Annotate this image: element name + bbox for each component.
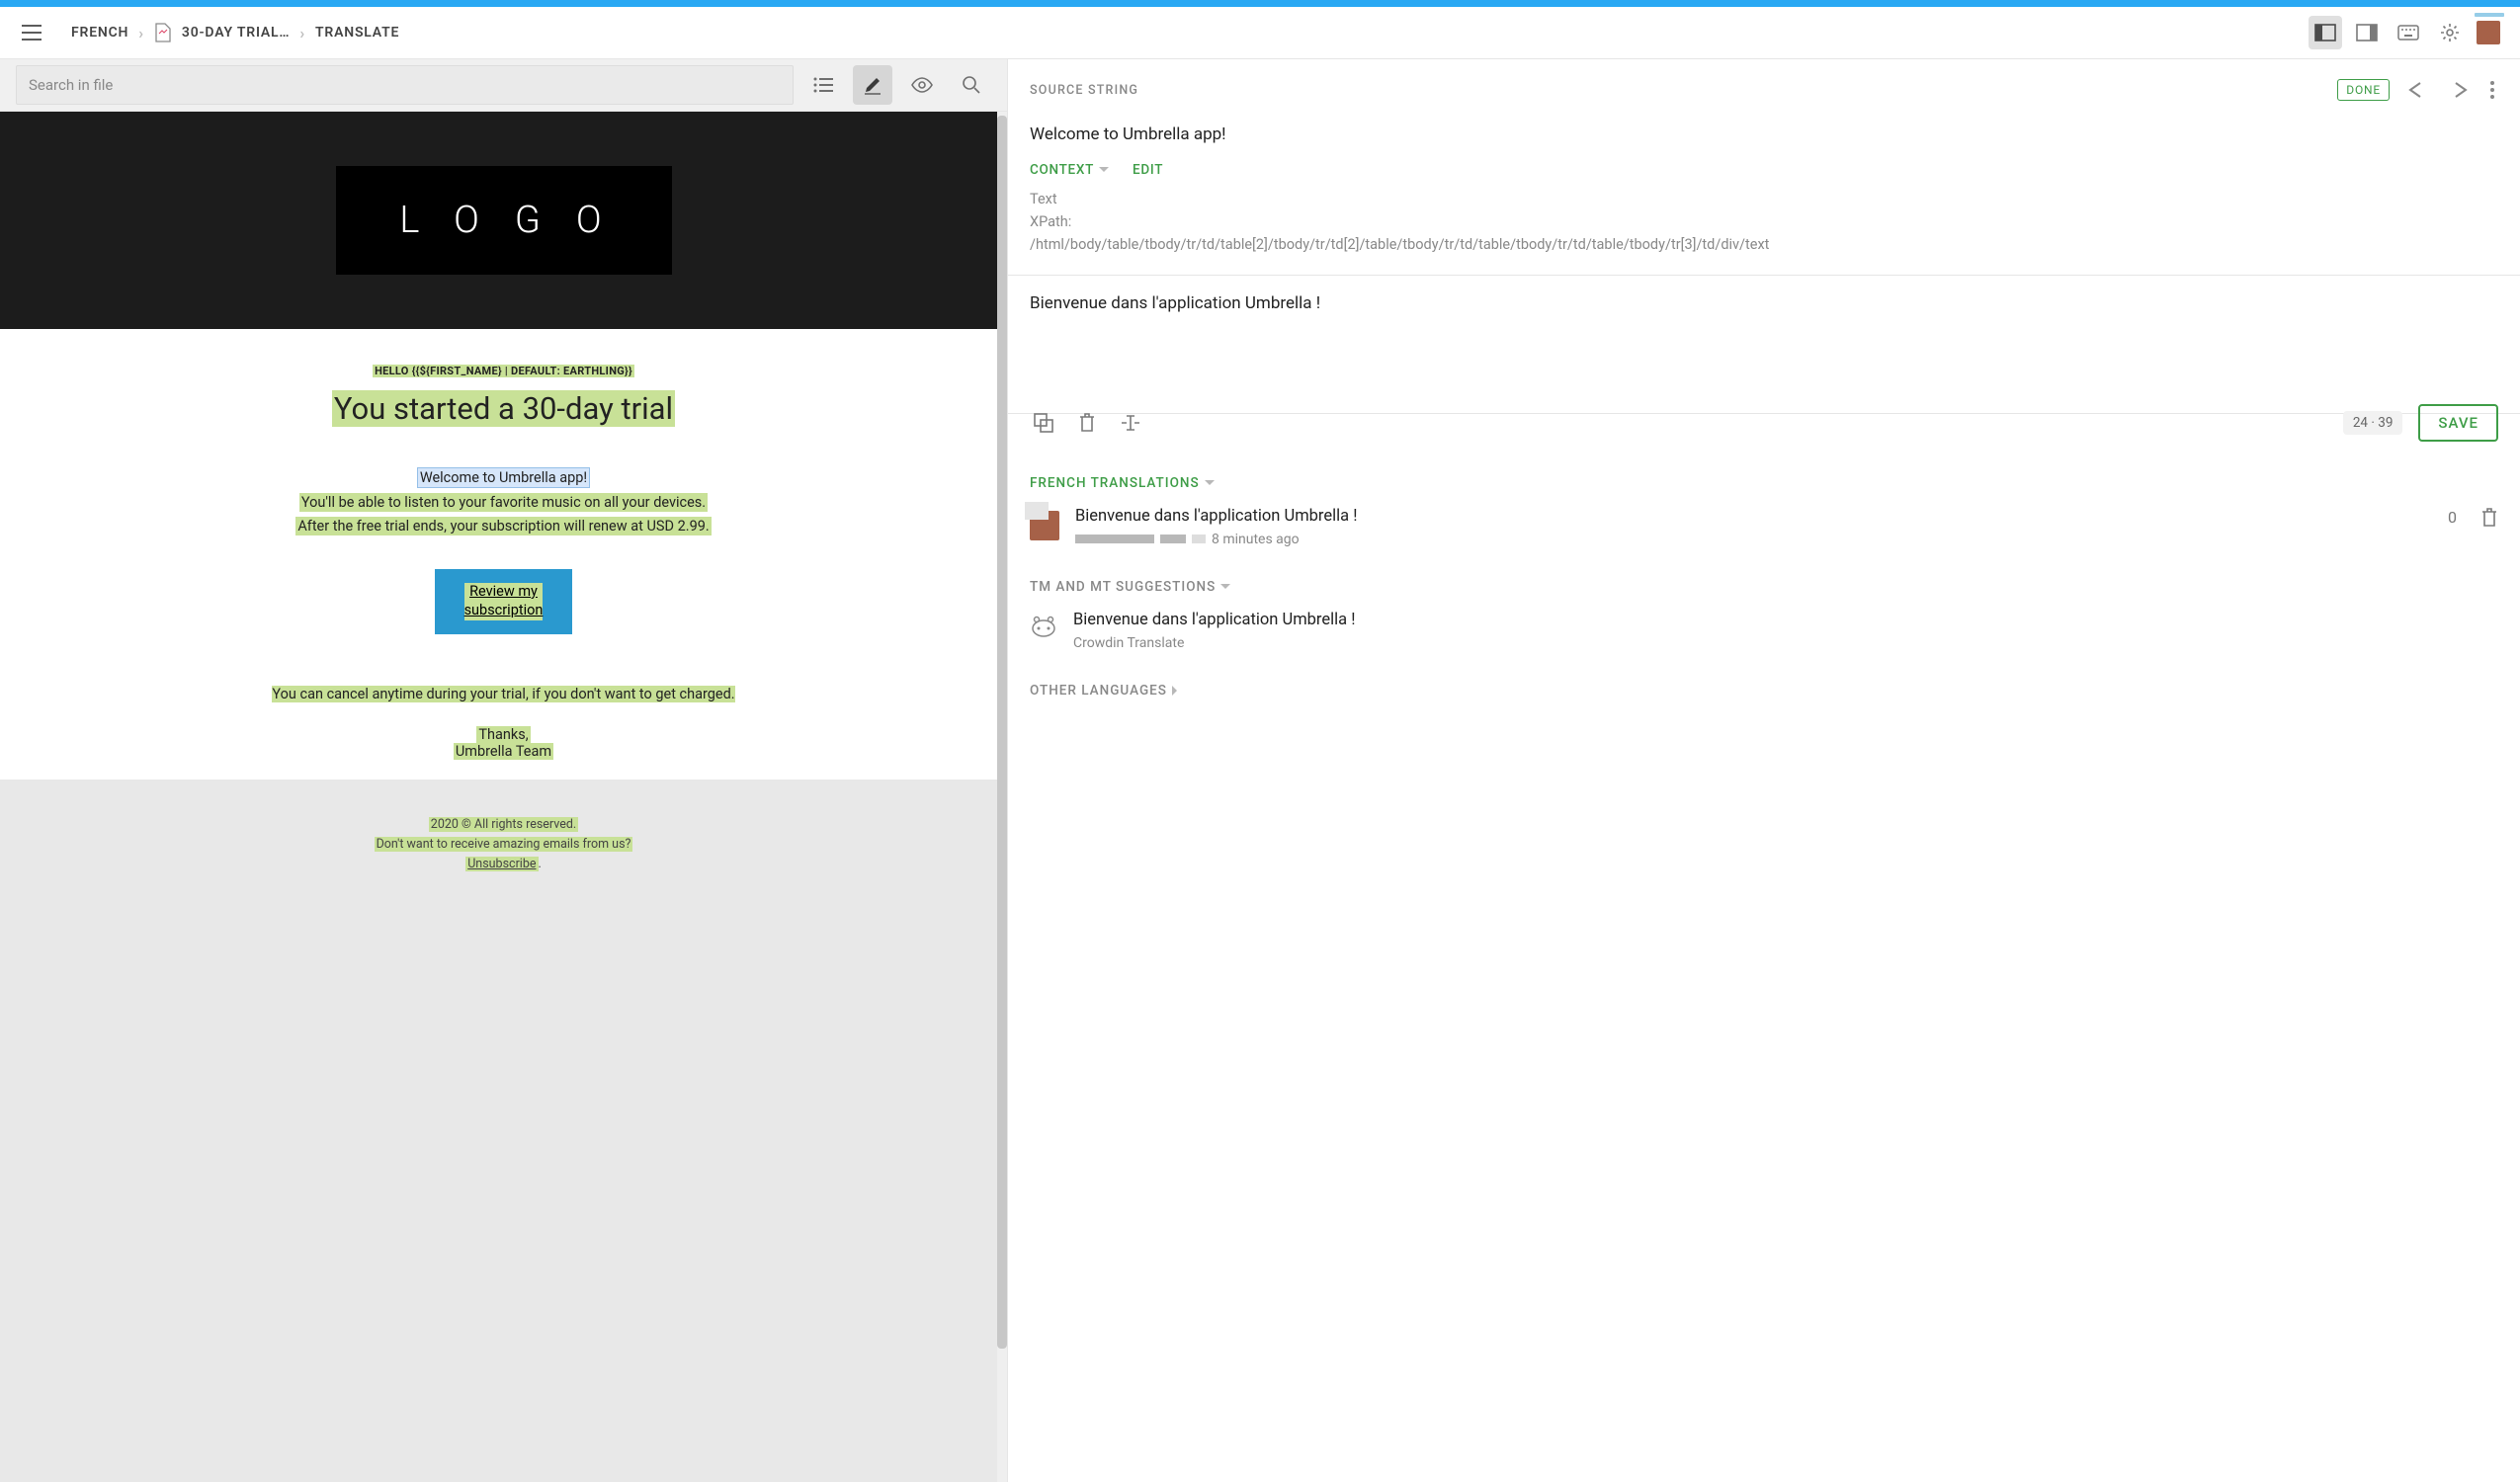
other-languages-title[interactable]: OTHER LANGUAGES [1008, 665, 2520, 710]
editor-pane: SOURCE STRING DONE Welcome to Umbrella a… [1008, 59, 2520, 1482]
tm-section-title[interactable]: TM AND MT SUGGESTIONS [1008, 561, 2520, 607]
unsub-question[interactable]: Don't want to receive amazing emails fro… [375, 837, 633, 852]
mt-source: Crowdin Translate [1073, 635, 1355, 651]
source-header: SOURCE STRING DONE [1008, 59, 2520, 103]
header-actions [2309, 16, 2502, 49]
mt-suggestion-item[interactable]: Bienvenue dans l'application Umbrella ! … [1008, 607, 2520, 665]
more-icon[interactable] [2486, 77, 2498, 103]
next-string-icon[interactable] [2445, 78, 2473, 102]
translator-avatar [1030, 511, 1059, 540]
team-text[interactable]: Umbrella Team [454, 743, 553, 760]
char-counter: 24 · 39 [2343, 411, 2403, 435]
context-row: CONTEXT EDIT [1008, 162, 2520, 188]
layout-right-icon[interactable] [2350, 16, 2384, 49]
line2-text[interactable]: You'll be able to listen to your favorit… [299, 493, 708, 512]
chevron-right-icon: › [299, 24, 305, 42]
text-cursor-icon[interactable] [1117, 409, 1144, 437]
context-text: Text XPath: /html/body/table/tbody/tr/td… [1008, 188, 2520, 275]
translation-meta: 8 minutes ago [1075, 532, 2432, 547]
context-xpath: /html/body/table/tbody/tr/td/table[2]/tb… [1030, 233, 2498, 256]
breadcrumb-file[interactable]: 30-Day Trial… [182, 25, 290, 41]
edit-icon[interactable] [853, 65, 892, 105]
cancel-text[interactable]: You can cancel anytime during your trial… [272, 686, 734, 702]
preview-pane: Search in file LOGO HELLO {{$ [0, 59, 1008, 1482]
context-type: Text [1030, 188, 2498, 210]
user-avatar[interactable] [2475, 19, 2502, 46]
email-body: HELLO {{${FIRST_NAME} | DEFAULT: EARTHLI… [0, 329, 1007, 780]
preview-scroll[interactable]: LOGO HELLO {{${FIRST_NAME} | DEFAULT: EA… [0, 112, 1007, 1482]
scrollbar[interactable] [997, 112, 1007, 1482]
prev-string-icon[interactable] [2403, 78, 2431, 102]
translation-actions: 24 · 39 SAVE [1008, 404, 2520, 457]
preview-toolbar: Search in file [0, 59, 1007, 112]
menu-icon[interactable] [18, 21, 45, 44]
search-placeholder: Search in file [29, 76, 113, 94]
headline-text[interactable]: You started a 30-day trial [332, 390, 675, 427]
translation-input[interactable]: Bienvenue dans l'application Umbrella ! [1008, 276, 2520, 414]
context-xpath-label: XPath: [1030, 210, 2498, 233]
settings-icon[interactable] [2433, 16, 2467, 49]
translation-item[interactable]: Bienvenue dans l'application Umbrella ! … [1008, 503, 2520, 561]
layout-left-icon[interactable] [2309, 16, 2342, 49]
chevron-right-icon: › [138, 24, 144, 42]
source-string-text: Welcome to Umbrella app! [1008, 103, 2520, 162]
copy-source-icon[interactable] [1030, 409, 1057, 437]
top-stripe [0, 0, 2520, 7]
logo-text: LOGO [336, 166, 672, 275]
cta-button[interactable]: Review my subscription [435, 569, 573, 634]
list-icon[interactable] [803, 65, 843, 105]
unsubscribe-link[interactable]: Unsubscribe [465, 857, 538, 871]
keyboard-icon[interactable] [2392, 16, 2425, 49]
translations-section-title[interactable]: FRENCH TRANSLATIONS [1008, 457, 2520, 503]
cta-line1: Review my [464, 583, 544, 602]
translation-text: Bienvenue dans l'application Umbrella ! [1075, 507, 2432, 526]
edit-context-link[interactable]: EDIT [1133, 162, 1163, 178]
source-string-label: SOURCE STRING [1030, 83, 2323, 98]
zoom-icon[interactable] [952, 65, 991, 105]
vote-count: 0 [2448, 508, 2457, 527]
thanks-text[interactable]: Thanks, [476, 726, 530, 743]
main-split: Search in file LOGO HELLO {{$ [0, 59, 2520, 1482]
translation-time: 8 minutes ago [1212, 532, 1300, 547]
copyright-text[interactable]: 2020 © All rights reserved. [429, 817, 578, 832]
welcome-text[interactable]: Welcome to Umbrella app! [418, 468, 589, 487]
breadcrumb-language[interactable]: French [71, 25, 128, 41]
mt-engine-icon [1030, 613, 1057, 640]
context-toggle[interactable]: CONTEXT [1030, 162, 1109, 178]
logo-banner: LOGO [0, 112, 1007, 329]
done-badge: DONE [2337, 79, 2390, 101]
line3-text[interactable]: After the free trial ends, your subscrip… [295, 517, 711, 535]
email-preview: LOGO HELLO {{${FIRST_NAME} | DEFAULT: EA… [0, 112, 1007, 894]
app-header: French › 30-Day Trial… › Translate [0, 7, 2520, 59]
breadcrumb-translate[interactable]: Translate [315, 25, 399, 41]
email-footer: 2020 © All rights reserved. Don't want t… [0, 780, 1007, 894]
save-button[interactable]: SAVE [2418, 404, 2498, 442]
mt-text: Bienvenue dans l'application Umbrella ! [1073, 611, 1355, 629]
breadcrumb: French › 30-Day Trial… › Translate [71, 24, 2301, 42]
search-input[interactable]: Search in file [16, 65, 794, 105]
eye-icon[interactable] [902, 65, 942, 105]
cta-line2: subscription [464, 602, 544, 620]
clear-icon[interactable] [1073, 409, 1101, 437]
file-icon [154, 24, 172, 41]
greeting-text[interactable]: HELLO {{${FIRST_NAME} | DEFAULT: EARTHLI… [373, 365, 634, 377]
delete-translation-icon[interactable] [2480, 507, 2498, 529]
